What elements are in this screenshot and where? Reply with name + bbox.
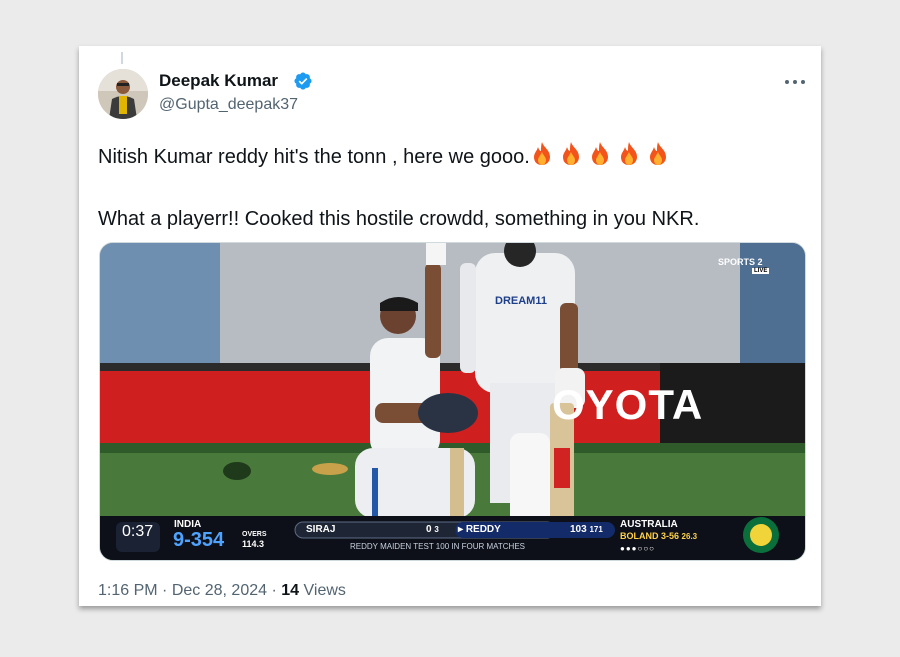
live-badge: LIVE [752,268,770,274]
tweet-media-image[interactable]: OYOTA DREAM11 SPORTS 2 LIVE 0:37 INDIA 9… [99,242,806,561]
batter1-runs: 0 [426,524,432,535]
batter2-name-text: REDDY [465,524,501,535]
batter1-balls: 3 [434,525,439,534]
more-options-icon[interactable] [783,72,807,92]
views-label: Views [303,582,346,599]
verified-badge-icon [294,72,312,90]
batter2-score: 103 171 [570,524,603,535]
video-timer: 0:37 [122,523,154,540]
tweet-card[interactable]: Deepak Kumar @Gupta_deepak37 Nitish Kuma… [79,46,821,606]
bowler-name: BOLAND [620,531,659,541]
tweet-time[interactable]: 1:16 PM [98,582,158,599]
batter2-name: ▸ REDDY [458,524,501,535]
team2-name: AUSTRALIA [620,519,678,530]
tweet-text: Nitish Kumar reddy hit's the tonn , here… [98,140,808,234]
author-handle[interactable]: @Gupta_deepak37 [159,96,298,114]
meta-separator-2: · [271,582,277,599]
ad-board-text: OYOTA [552,381,704,428]
tweet-text-line1: Nitish Kumar reddy hit's the tonn , here… [98,146,530,168]
bowler-overs: 26.3 [681,532,698,541]
tweet-meta: 1:16 PM · Dec 28, 2024 · 14 Views [98,582,346,600]
batter1-name: SIRAJ [306,524,336,535]
jersey-text: DREAM11 [495,295,547,307]
bowler-figures: BOLAND 3-56 26.3 [620,531,697,541]
tweet-date[interactable]: Dec 28, 2024 [172,582,267,599]
over-progress-dots: ●●●○○○ [620,544,655,553]
ticker-text: REDDY MAIDEN TEST 100 IN FOUR MATCHES [350,542,525,551]
overs-value: 114.3 [242,539,265,549]
thread-line [121,52,123,64]
bowler-wickets-runs: 3-56 [661,531,680,541]
batter1-score: 0 3 [426,524,439,535]
team1-score: 9-354 [173,529,225,551]
avatar[interactable] [98,69,148,119]
fire-emoji-group [530,140,675,175]
tweet-text-line2: What a playerr!! Cooked this hostile cro… [98,208,700,230]
views-count: 14 [281,582,300,599]
channel-logo: SPORTS 2 [718,257,763,267]
batter2-balls: 171 [589,525,603,534]
author-name[interactable]: Deepak Kumar [159,71,278,91]
meta-separator: · [162,582,168,599]
overs-label: OVERS [242,531,267,538]
batter2-runs: 103 [570,524,587,535]
